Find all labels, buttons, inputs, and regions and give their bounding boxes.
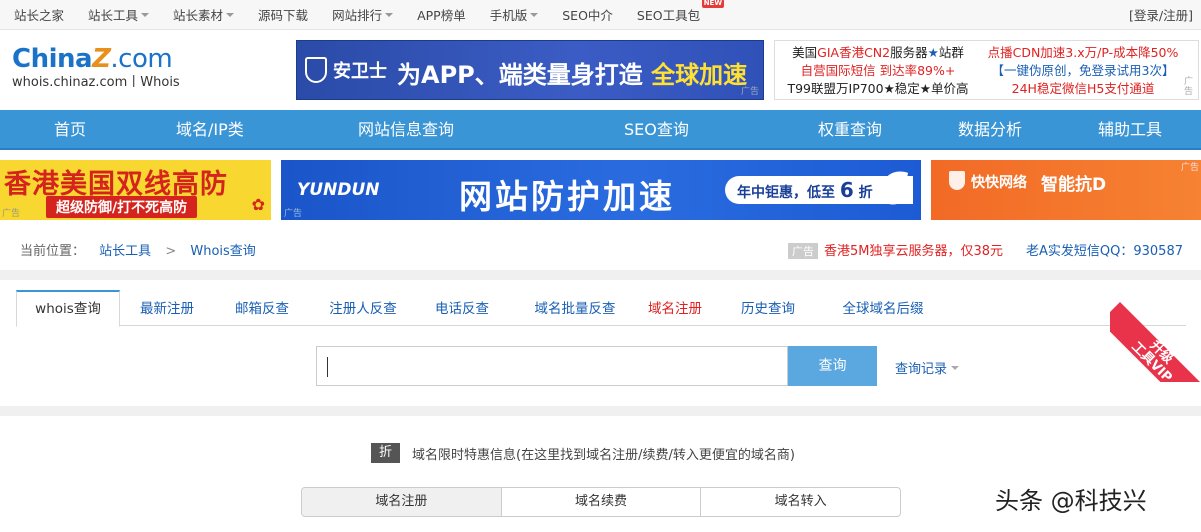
nav-data-analysis[interactable]: 数据分析 xyxy=(958,110,1022,150)
notice-ad-text: 香港5M独享云服务器，仅38元 xyxy=(824,244,1004,259)
ad-big-six: 6 xyxy=(879,164,910,215)
breadcrumb-prefix: 当前位置： xyxy=(20,244,86,259)
ad-title: 智能抗D xyxy=(1041,175,1107,195)
ad-tag: 广告 xyxy=(1180,163,1199,173)
chevron-down-icon xyxy=(951,365,960,370)
top-link-source[interactable]: 源码下载 xyxy=(258,5,308,24)
query-history-link[interactable]: 查询记录 xyxy=(895,358,960,377)
flower-icon: ✿ xyxy=(251,195,265,214)
top-link-zhanzhangzhijia[interactable]: 站长之家 xyxy=(14,5,64,24)
text-ad-link[interactable]: 点播CDN加速3.x万/P-成本降50% xyxy=(983,44,1183,62)
vip-ribbon[interactable]: 升级 工具VIP xyxy=(1110,272,1201,382)
breadcrumb-separator: > xyxy=(165,244,177,259)
ad-tag: 广告 xyxy=(284,209,303,219)
tab-whois[interactable]: whois查询 xyxy=(16,290,120,327)
top-links: 站长之家 站长工具 站长素材 源码下载 网站排行 APP榜单 手机版 SEO中介… xyxy=(14,0,725,29)
ad-subtitle: 超级防御/打不死高防 xyxy=(46,196,198,218)
discount-badge: 折 xyxy=(371,443,401,463)
watermark: 头条 @科技兴 xyxy=(995,487,1147,515)
ad-brand: 快快网络 xyxy=(971,175,1027,191)
text-ads: 美国GIA香港CN2服务器★站群 自营国际短信 到达率89%+ T99联盟万IP… xyxy=(774,40,1199,100)
nav-seo[interactable]: SEO查询 xyxy=(624,110,689,150)
breadcrumb-whois[interactable]: Whois查询 xyxy=(190,244,255,259)
domain-promo-line: 折 域名限时特惠信息(在这里找到域名注册/续费/转入更便宜的域名商) xyxy=(371,443,795,463)
ad-yundun[interactable]: YUNDUN 网站防护加速 年中钜惠，低至 6 折 6 广告 xyxy=(281,160,921,220)
ad-tag: 广告 xyxy=(740,87,759,97)
top-link-seo-agent[interactable]: SEO中介 xyxy=(562,5,613,24)
text-ad-link[interactable]: 自营国际短信 到达率89%+ xyxy=(783,62,973,80)
domain-service-tabs: 域名注册 域名续费 域名转入 xyxy=(301,487,901,517)
nav-home[interactable]: 首页 xyxy=(54,110,86,150)
chevron-down-icon xyxy=(530,12,539,17)
new-badge: NEW xyxy=(701,0,725,8)
text-ad-link[interactable]: 24H稳定微信H5支付通道 xyxy=(983,80,1183,98)
tab-domain-register[interactable]: 域名注册 xyxy=(643,290,707,326)
seg-domain-register[interactable]: 域名注册 xyxy=(302,488,502,516)
tab-batch-reverse[interactable]: 域名批量反查 xyxy=(522,290,628,326)
ad-banner-anweishi[interactable]: 安卫士 为APP、端类量身打造 全球加速 广告 xyxy=(296,40,764,100)
text-cursor xyxy=(327,357,328,377)
tab-latest-register[interactable]: 最新注册 xyxy=(132,290,202,326)
breadcrumb: 当前位置： 站长工具 > Whois查询 xyxy=(20,240,256,259)
top-link-materials[interactable]: 站长素材 xyxy=(173,5,235,24)
top-link-rank[interactable]: 网站排行 xyxy=(332,5,394,24)
section-divider xyxy=(0,406,1201,416)
nav-weight[interactable]: 权重查询 xyxy=(818,110,882,150)
site-logo[interactable]: ChinaZ.com whois.chinaz.com丨Whois xyxy=(12,44,202,96)
shield-icon xyxy=(949,171,965,190)
tab-history[interactable]: 历史查询 xyxy=(736,290,800,326)
text-ads-col2: 点播CDN加速3.x万/P-成本降50% 【一键伪原创，免登录试用3次】 24H… xyxy=(983,44,1183,98)
top-link-mobile[interactable]: 手机版 xyxy=(490,5,539,24)
top-link-tools[interactable]: 站长工具 xyxy=(88,5,150,24)
ad-tag: 广告 xyxy=(1184,77,1194,97)
ad-tag: 广告 xyxy=(2,209,21,219)
domain-search-input[interactable] xyxy=(316,346,788,386)
seg-domain-transfer[interactable]: 域名转入 xyxy=(701,488,900,516)
tab-phone-reverse[interactable]: 电话反查 xyxy=(427,290,497,326)
tab-email-reverse[interactable]: 邮箱反查 xyxy=(227,290,297,326)
shield-icon xyxy=(305,57,327,83)
tab-global-suffix[interactable]: 全球域名后缀 xyxy=(830,290,936,326)
top-bar: 站长之家 站长工具 站长素材 源码下载 网站排行 APP榜单 手机版 SEO中介… xyxy=(0,0,1201,30)
login-link[interactable]: [登录/注册] xyxy=(1129,0,1193,29)
main-nav: 首页 域名/IP类 网站信息查询 SEO查询 权重查询 数据分析 辅助工具 xyxy=(0,110,1201,150)
nav-site-info[interactable]: 网站信息查询 xyxy=(358,110,454,150)
ad-brand: 安卫士 xyxy=(333,61,387,82)
text-ads-col1: 美国GIA香港CN2服务器★站群 自营国际短信 到达率89%+ T99联盟万IP… xyxy=(783,44,973,98)
ad-tag: 广告 xyxy=(788,243,818,259)
nav-domain-ip[interactable]: 域名/IP类 xyxy=(176,110,244,150)
logo-subtitle: whois.chinaz.com丨Whois xyxy=(12,75,180,90)
ad-title: 网站防护加速 xyxy=(459,177,675,216)
ad-hk-us-defense[interactable]: 香港美国双线高防 超级防御/打不死高防 广告 ✿ xyxy=(0,160,271,220)
query-button[interactable]: 查询 xyxy=(788,346,877,386)
notice-ad[interactable]: 广告 香港5M独享云服务器，仅38元 xyxy=(788,240,1003,259)
seg-domain-renew[interactable]: 域名续费 xyxy=(502,488,702,516)
top-link-app[interactable]: APP榜单 xyxy=(417,5,466,24)
query-tabs: whois查询 最新注册 邮箱反查 注册人反查 电话反查 域名批量反查 域名注册… xyxy=(16,290,1186,327)
nav-aux-tools[interactable]: 辅助工具 xyxy=(1098,110,1162,150)
ad-kuaikuai[interactable]: 快快网络 智能抗D 广告 xyxy=(931,160,1201,220)
section-divider xyxy=(0,270,1201,280)
text-ad-link[interactable]: 美国GIA香港CN2服务器★站群 xyxy=(783,44,973,62)
chevron-down-icon xyxy=(385,12,394,17)
text-ad-link[interactable]: 【一键伪原创，免登录试用3次】 xyxy=(983,62,1183,80)
vip-label: 升级 工具VIP xyxy=(1110,302,1201,382)
tab-registrant-reverse[interactable]: 注册人反查 xyxy=(321,290,405,326)
breadcrumb-tools[interactable]: 站长工具 xyxy=(99,244,151,259)
top-link-seo-toolkit[interactable]: SEO工具包 NEW xyxy=(637,0,725,24)
chevron-down-icon xyxy=(226,12,235,17)
text-ad-link[interactable]: T99联盟万IP700★稳定★单价高 xyxy=(783,80,973,98)
logo-brand: ChinaZ.com xyxy=(12,44,173,74)
notice-qq[interactable]: 老A实发短信QQ：930587 xyxy=(1026,240,1183,259)
promo-text: 域名限时特惠信息(在这里找到域名注册/续费/转入更便宜的域名商) xyxy=(412,447,795,463)
ad-slogan: 为APP、端类量身打造 全球加速 xyxy=(397,61,748,89)
ad-brand: YUNDUN xyxy=(297,180,380,200)
chevron-down-icon xyxy=(141,12,150,17)
